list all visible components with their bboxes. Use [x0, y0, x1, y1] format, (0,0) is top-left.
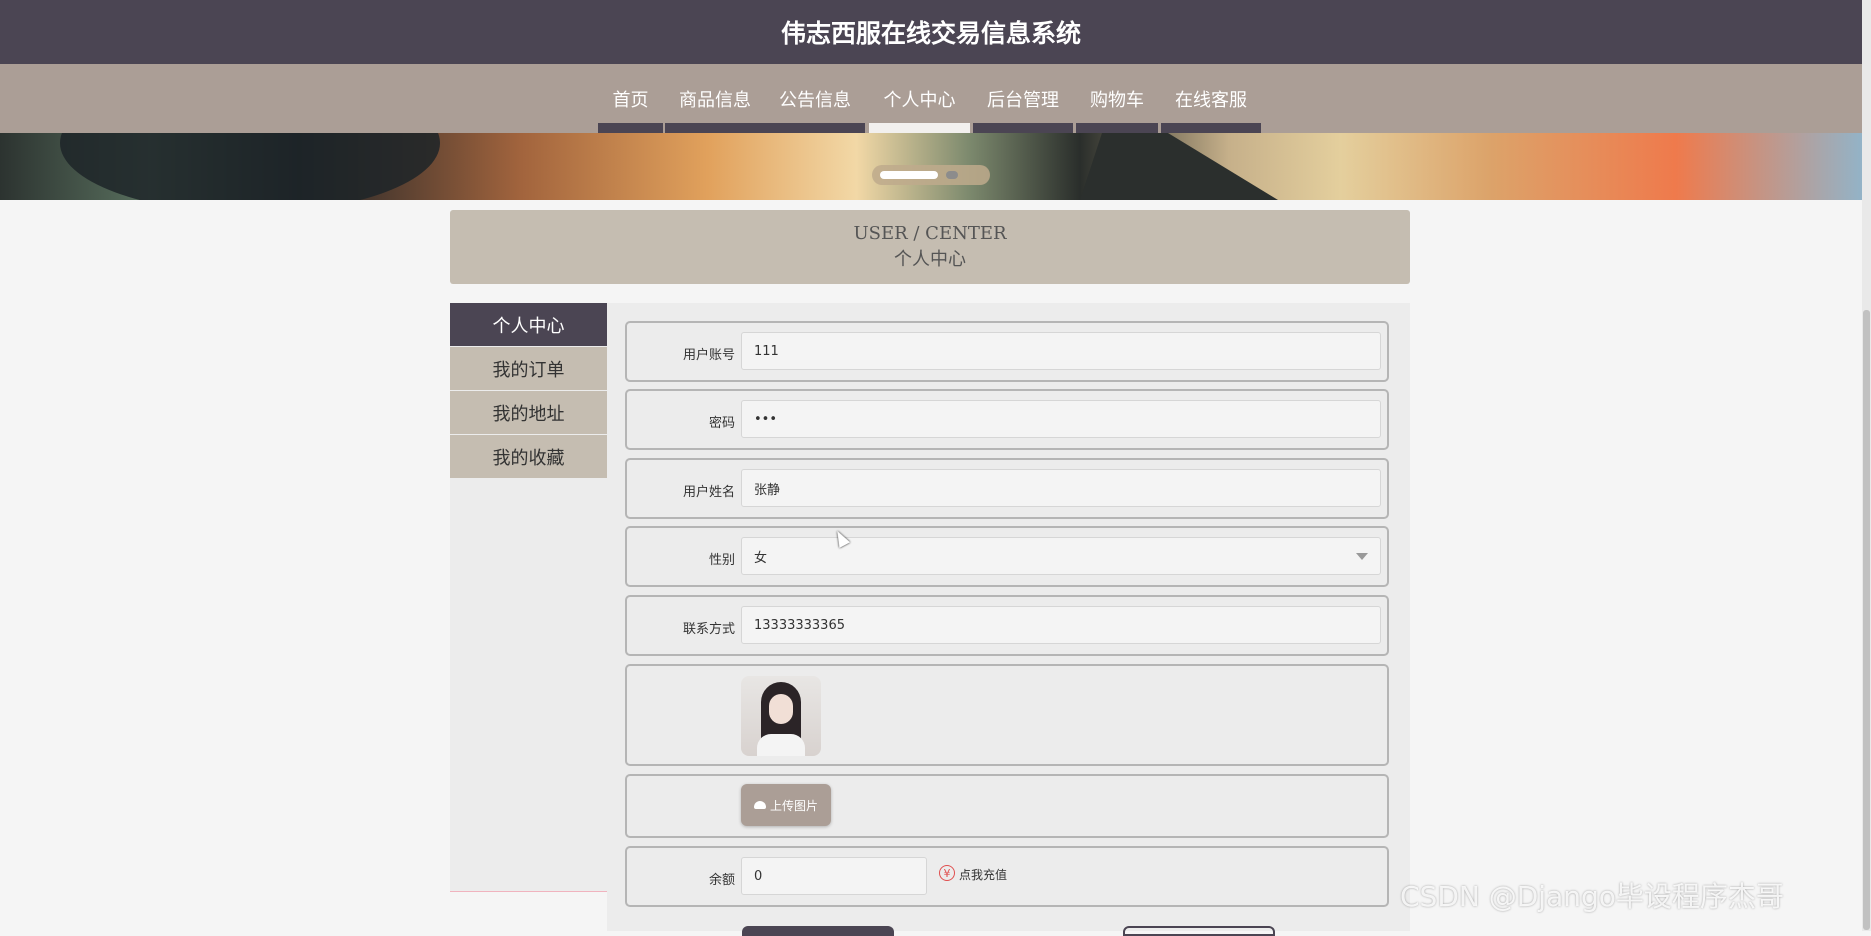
- site-title: 伟志西服在线交易信息系统: [780, 19, 1081, 48]
- profile-form: 用户账号 111 密码 ••• 用户姓名 张静 性别 女 联系方式 133333…: [607, 303, 1410, 931]
- form-row-gender: 性别 女: [625, 526, 1389, 587]
- sidebar: 个人中心 我的订单 我的地址 我的收藏: [450, 303, 607, 892]
- upload-image-button[interactable]: 上传图片: [741, 784, 831, 826]
- nav-home-label: 首页: [612, 89, 649, 111]
- account-input[interactable]: 111: [741, 332, 1381, 370]
- nav-notices-label: 公告信息: [779, 89, 851, 111]
- section-header: USER / CENTER 个人中心: [450, 210, 1410, 284]
- nav-user-center[interactable]: 个人中心: [869, 64, 970, 133]
- nav-cart-label: 购物车: [1090, 89, 1144, 111]
- logout-button[interactable]: [1123, 926, 1275, 936]
- section-title-en: USER / CENTER: [853, 223, 1007, 244]
- watermark: CSDN @Django毕设程序杰哥: [1400, 880, 1784, 913]
- site-header: 伟志西服在线交易信息系统: [0, 0, 1862, 64]
- form-row-phone: 联系方式 13333333365: [625, 595, 1389, 656]
- balance-input[interactable]: 0: [741, 857, 927, 895]
- form-row-name: 用户姓名 张静: [625, 458, 1389, 519]
- sidebar-item-label: 我的收藏: [492, 447, 565, 469]
- scrollbar-thumb[interactable]: [1863, 310, 1870, 930]
- sidebar-item-label: 我的地址: [492, 403, 565, 425]
- nav-underline: [1161, 123, 1261, 133]
- form-row-avatar: [625, 664, 1389, 766]
- nav-products[interactable]: 商品信息: [665, 64, 765, 133]
- sidebar-item-label: 我的订单: [492, 359, 565, 381]
- nav-products-label: 商品信息: [679, 89, 751, 111]
- nav-cart[interactable]: 购物车: [1076, 64, 1158, 133]
- avatar-art: [769, 694, 793, 724]
- yen-icon[interactable]: ¥: [939, 865, 955, 881]
- password-label: 密码: [708, 416, 735, 431]
- nav-underline: [598, 123, 663, 133]
- nav-admin[interactable]: 后台管理: [973, 64, 1073, 133]
- nav-admin-label: 后台管理: [987, 89, 1059, 111]
- nav-user-center-label: 个人中心: [883, 89, 956, 111]
- recharge-link[interactable]: 点我充值: [959, 866, 1007, 883]
- banner-art: [60, 133, 440, 200]
- carousel-dot[interactable]: [946, 171, 958, 179]
- nav-underline: [665, 123, 765, 133]
- gender-select-value: 女: [754, 550, 768, 566]
- phone-input[interactable]: 13333333365: [741, 606, 1381, 644]
- carousel-dot-active[interactable]: [880, 171, 938, 179]
- password-input[interactable]: •••: [741, 400, 1381, 438]
- balance-label: 余额: [708, 873, 735, 888]
- form-row-upload: 上传图片: [625, 774, 1389, 838]
- update-button[interactable]: [742, 926, 894, 936]
- nav-home[interactable]: 首页: [598, 64, 663, 133]
- form-row-password: 密码 •••: [625, 389, 1389, 450]
- nav-underline-active: [869, 123, 970, 133]
- nav-customer-service-label: 在线客服: [1175, 89, 1247, 111]
- nav-underline: [1076, 123, 1158, 133]
- form-row-balance: 余额 0 ¥ 点我充值: [625, 846, 1389, 907]
- nav-notices[interactable]: 公告信息: [765, 64, 865, 133]
- nav-underline: [765, 123, 865, 133]
- form-row-account: 用户账号 111: [625, 321, 1389, 382]
- sidebar-item-user-center[interactable]: 个人中心: [450, 303, 607, 346]
- nav-customer-service[interactable]: 在线客服: [1161, 64, 1261, 133]
- section-title-cn: 个人中心: [894, 249, 966, 270]
- name-input[interactable]: 张静: [741, 469, 1381, 507]
- avatar: [741, 676, 821, 756]
- banner-carousel: [0, 133, 1862, 200]
- upload-image-label: 上传图片: [769, 798, 818, 813]
- gender-label: 性别: [708, 553, 735, 568]
- scrollbar[interactable]: [1862, 0, 1871, 931]
- account-label: 用户账号: [682, 348, 735, 363]
- avatar-art: [757, 734, 805, 756]
- sidebar-item-favorites[interactable]: 我的收藏: [450, 435, 607, 478]
- main-nav: 首页 商品信息 公告信息 个人中心 后台管理 购物车 在线客服: [0, 64, 1862, 133]
- chevron-down-icon: [1356, 553, 1368, 560]
- banner-art: [1080, 133, 1278, 200]
- phone-label: 联系方式: [682, 622, 735, 637]
- cloud-upload-icon: [753, 801, 766, 809]
- sidebar-item-addresses[interactable]: 我的地址: [450, 391, 607, 434]
- nav-underline: [973, 123, 1073, 133]
- sidebar-item-orders[interactable]: 我的订单: [450, 347, 607, 390]
- name-label: 用户姓名: [682, 485, 735, 500]
- sidebar-item-label: 个人中心: [492, 315, 565, 337]
